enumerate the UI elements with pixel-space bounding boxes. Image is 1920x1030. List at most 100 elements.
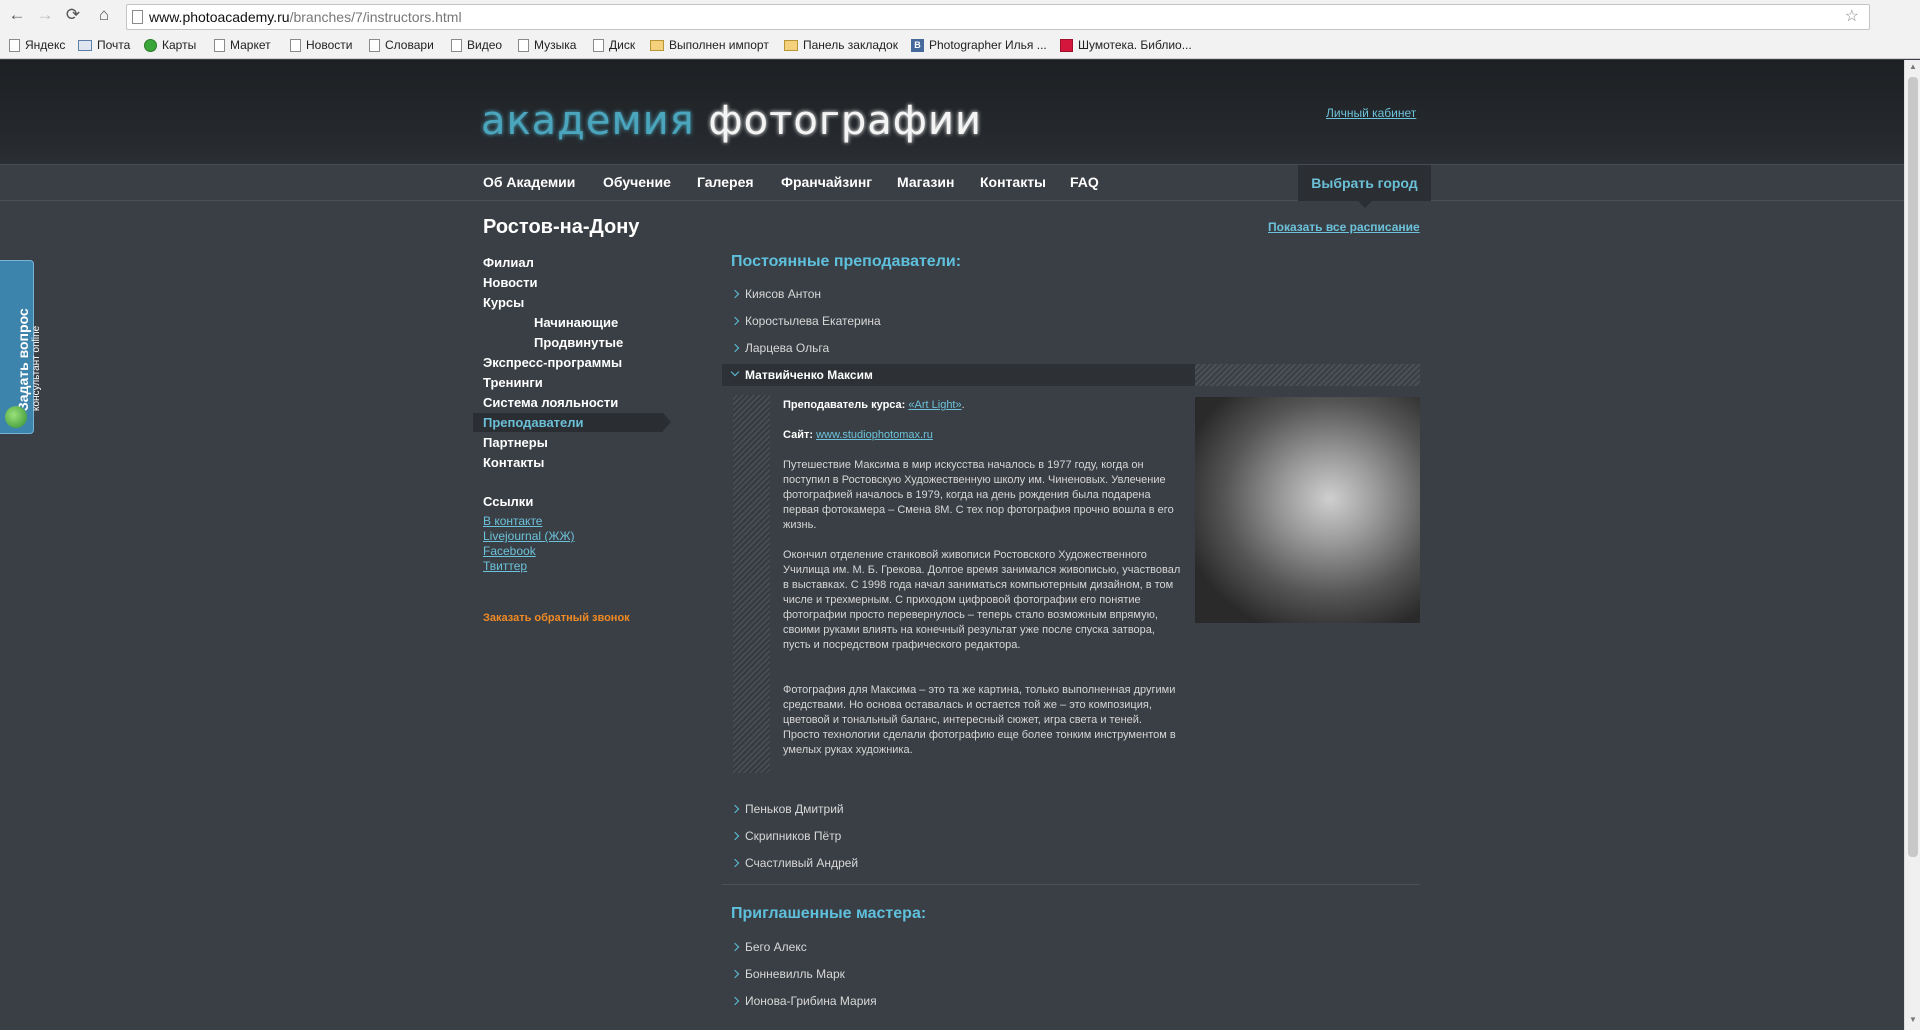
sidebar-item-trainings[interactable]: Тренинги bbox=[483, 375, 543, 390]
page-scrollbar[interactable]: ▲ ▼ bbox=[1904, 60, 1920, 1030]
envelope-icon bbox=[78, 39, 92, 51]
folder-icon bbox=[784, 39, 798, 51]
master-item[interactable]: Бего Алекс bbox=[732, 940, 807, 954]
site-logo[interactable]: академия фотографии bbox=[481, 98, 982, 144]
teacher-item[interactable]: Коростылева Екатерина bbox=[732, 314, 881, 328]
sidebar-item-branch[interactable]: Филиал bbox=[483, 255, 534, 270]
bookmark-label: Выполнен импорт bbox=[669, 38, 769, 52]
show-schedule-link[interactable]: Показать все расписание bbox=[1268, 220, 1420, 234]
bookmark-imported[interactable]: Выполнен импорт bbox=[650, 38, 769, 52]
course-label: Преподаватель курса: bbox=[783, 399, 909, 411]
url-path: /branches/7/instructors.html bbox=[289, 9, 462, 25]
expanded-teacher-name[interactable]: Матвийченко Максим bbox=[745, 368, 873, 382]
teacher-item[interactable]: Скрипников Пётр bbox=[732, 829, 841, 843]
bookmark-bookmarks-panel[interactable]: Панель закладок bbox=[784, 38, 898, 52]
bookmark-mail[interactable]: Почта bbox=[78, 38, 130, 52]
teacher-site: Сайт: www.studiophotomax.ru bbox=[783, 428, 1181, 443]
bookmark-label: Видео bbox=[467, 38, 503, 52]
scroll-thumb[interactable] bbox=[1908, 77, 1918, 857]
site-link[interactable]: www.studiophotomax.ru bbox=[816, 429, 933, 441]
site-header: академия фотографии Личный кабинет bbox=[0, 60, 1904, 165]
page-icon bbox=[369, 38, 380, 52]
sidebar-item-teachers[interactable]: Преподаватели bbox=[473, 413, 671, 432]
bookmark-disk[interactable]: Диск bbox=[593, 38, 635, 52]
nav-education[interactable]: Обучение bbox=[603, 174, 671, 190]
page-icon bbox=[290, 38, 301, 52]
page-icon bbox=[9, 38, 20, 52]
home-icon[interactable]: ⌂ bbox=[94, 5, 114, 25]
link-twitter[interactable]: Твиттер bbox=[483, 559, 527, 573]
teacher-course: Преподаватель курса: «Art Light». bbox=[783, 398, 1181, 413]
master-item[interactable]: Бонневилль Марк bbox=[732, 967, 845, 981]
sidebar-item-loyalty[interactable]: Система лояльности bbox=[483, 395, 618, 410]
bookmark-shumoteka[interactable]: Шумотека. Библио... bbox=[1060, 38, 1192, 52]
expanded-teacher-row[interactable]: Матвийченко Максим bbox=[722, 364, 1420, 386]
teacher-item[interactable]: Киясов Антон bbox=[732, 287, 821, 301]
folder-icon bbox=[650, 39, 664, 51]
bookmark-label: Яндекс bbox=[25, 38, 66, 52]
nav-shop[interactable]: Магазин bbox=[897, 174, 954, 190]
nav-franchising[interactable]: Франчайзинг bbox=[781, 174, 872, 190]
page-icon bbox=[593, 38, 604, 52]
scroll-down-icon[interactable]: ▼ bbox=[1909, 1015, 1917, 1024]
sidebar-item-contacts[interactable]: Контакты bbox=[483, 455, 544, 470]
callback-link[interactable]: Заказать обратный звонок bbox=[483, 612, 630, 624]
bookmark-video[interactable]: Видео bbox=[451, 38, 502, 52]
site-label: Сайт: bbox=[783, 429, 817, 441]
back-arrow-icon[interactable]: ← bbox=[7, 5, 27, 25]
link-vkontakte[interactable]: В контакте bbox=[483, 514, 542, 528]
teacher-item[interactable]: Счастливый Андрей bbox=[732, 856, 858, 870]
bookmark-label: Панель закладок bbox=[803, 38, 898, 52]
bookmark-maps[interactable]: Карты bbox=[144, 38, 196, 52]
nav-faq[interactable]: FAQ bbox=[1070, 174, 1099, 190]
row-pattern bbox=[1195, 364, 1420, 386]
sidebar-item-news[interactable]: Новости bbox=[483, 275, 538, 290]
bookmark-yandex[interactable]: Яндекс bbox=[9, 38, 65, 52]
widget-subtitle: консультант online bbox=[31, 325, 42, 411]
section-divider bbox=[722, 884, 1420, 885]
bookmark-photographer[interactable]: B Photographer Илья ... bbox=[911, 38, 1047, 52]
page-icon bbox=[451, 38, 462, 52]
logo-text-academy: академия bbox=[481, 98, 695, 144]
sidebar-item-partners[interactable]: Партнеры bbox=[483, 435, 548, 450]
main-navigation: Об Академии Обучение Галерея Франчайзинг… bbox=[0, 165, 1904, 208]
bio-stripe bbox=[733, 395, 770, 773]
bookmark-label: Диск bbox=[609, 38, 636, 52]
forward-arrow-icon[interactable]: → bbox=[35, 5, 55, 25]
sidebar-item-courses[interactable]: Курсы bbox=[483, 295, 524, 310]
bookmark-news[interactable]: Новости bbox=[290, 38, 352, 52]
sidebar-item-express[interactable]: Экспресс-программы bbox=[483, 355, 622, 370]
sidebar-item-beginners[interactable]: Начинающие bbox=[534, 315, 618, 330]
bookmark-label: Photographer Илья ... bbox=[929, 38, 1047, 52]
scroll-up-icon[interactable]: ▲ bbox=[1909, 62, 1917, 71]
widget-title: Задать вопрос bbox=[15, 308, 31, 411]
teachers-heading: Постоянные преподаватели: bbox=[731, 253, 962, 270]
bookmark-label: Словари bbox=[385, 38, 434, 52]
bookmark-dictionaries[interactable]: Словари bbox=[369, 38, 434, 52]
bookmark-label: Почта bbox=[97, 38, 131, 52]
page-icon bbox=[132, 10, 143, 24]
choose-city-button[interactable]: Выбрать город bbox=[1298, 165, 1431, 208]
link-livejournal[interactable]: Livejournal (ЖЖ) bbox=[483, 529, 575, 543]
bio-paragraph: Путешествие Максима в мир искусства нача… bbox=[783, 459, 1174, 531]
address-bar[interactable]: www.photoacademy.ru/branches/7/instructo… bbox=[126, 4, 1870, 30]
bookmark-market[interactable]: Маркет bbox=[214, 38, 271, 52]
nav-gallery[interactable]: Галерея bbox=[697, 174, 754, 190]
ask-question-widget[interactable]: Задать вопрос консультант online bbox=[0, 260, 42, 434]
sidebar-item-advanced[interactable]: Продвинутые bbox=[534, 335, 623, 350]
course-link[interactable]: «Art Light» bbox=[908, 399, 961, 411]
nav-contacts[interactable]: Контакты bbox=[980, 174, 1046, 190]
vk-icon: B bbox=[911, 38, 924, 52]
course-suffix: . bbox=[961, 399, 965, 411]
link-facebook[interactable]: Facebook bbox=[483, 544, 536, 558]
master-item[interactable]: Ионова-Грибина Мария bbox=[732, 994, 877, 1008]
bookmark-music[interactable]: Музыка bbox=[518, 38, 576, 52]
bookmark-star-icon[interactable]: ☆ bbox=[1845, 5, 1859, 29]
teacher-item[interactable]: Ларцева Ольга bbox=[732, 341, 829, 355]
bookmark-label: Карты bbox=[162, 38, 197, 52]
personal-account-link[interactable]: Личный кабинет bbox=[1326, 106, 1416, 120]
teacher-item[interactable]: Пеньков Дмитрий bbox=[732, 802, 844, 816]
bookmark-label: Маркет bbox=[230, 38, 271, 52]
reload-icon[interactable]: ⟳ bbox=[63, 5, 83, 25]
nav-about[interactable]: Об Академии bbox=[483, 174, 575, 190]
